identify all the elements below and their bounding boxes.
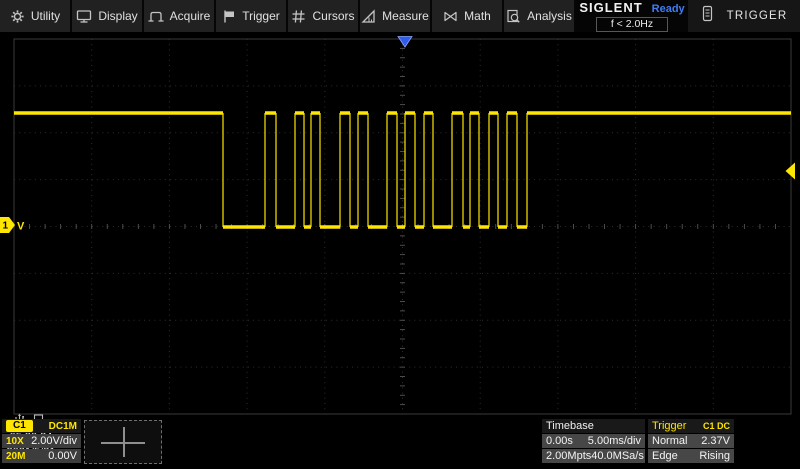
brand-block: SIGLENT Ready f < 2.0Hz xyxy=(576,0,688,32)
siglent-logo: SIGLENT xyxy=(579,0,642,15)
trigger-level: 2.37V xyxy=(701,435,730,447)
acquire-icon xyxy=(148,9,164,24)
menu-item-cursors[interactable]: Cursors xyxy=(288,0,360,32)
menu-item-math[interactable]: Math xyxy=(432,0,504,32)
trigger-source: C1 DC xyxy=(703,421,730,431)
display-icon xyxy=(76,9,92,24)
trigger-menu-label: TRIGGER xyxy=(727,10,788,22)
menu-item-trigger[interactable]: Trigger xyxy=(216,0,288,32)
trigger-mode: Normal xyxy=(652,435,687,447)
menu-item-label: Math xyxy=(464,9,491,23)
analysis-icon xyxy=(506,9,521,24)
frequency-counter: f < 2.0Hz xyxy=(596,17,668,32)
channel1-badge[interactable]: C1 xyxy=(6,420,33,432)
menu-item-display[interactable]: Display xyxy=(72,0,144,32)
flag-icon xyxy=(222,9,236,24)
menu-item-measure[interactable]: Measure xyxy=(360,0,432,32)
cursors-icon xyxy=(291,9,306,24)
bottombar: C1 DC1M 10X 2.00V/div 20M 0.00V Timebase… xyxy=(0,415,800,469)
channel1-panel[interactable]: C1 DC1M 10X 2.00V/div 20M 0.00V xyxy=(2,419,81,463)
menubar: Utility Display Acquire Trigger Cursors Measu… xyxy=(0,0,800,32)
svg-text:V: V xyxy=(17,221,25,233)
add-channel-button[interactable] xyxy=(84,420,162,464)
menu-item-label: Trigger xyxy=(242,9,280,23)
plus-icon xyxy=(123,427,125,457)
trigger-type: Edge xyxy=(652,450,678,462)
menu-item-label: Analysis xyxy=(527,9,572,23)
menu-item-label: Acquire xyxy=(170,9,211,23)
trigger-slope: Rising xyxy=(699,450,730,462)
channel1-offset: 0.00V xyxy=(48,450,77,462)
measure-icon xyxy=(361,9,376,24)
oscilloscope-ui: Utility Display Acquire Trigger Cursors Measu… xyxy=(0,0,800,469)
channel1-scale: 2.00V/div xyxy=(31,435,77,447)
timebase-delay: 0.00s xyxy=(546,435,573,447)
channel1-probe: 10X xyxy=(6,436,24,447)
menu-items: Utility Display Acquire Trigger Cursors Measu… xyxy=(0,0,576,32)
timebase-scale: 5.00ms/div xyxy=(588,435,641,447)
menu-item-label: Utility xyxy=(31,9,60,23)
trigger-menu-button[interactable]: TRIGGER xyxy=(688,0,800,32)
svg-text:1: 1 xyxy=(3,221,9,232)
channel1-bandwidth: 20M xyxy=(6,451,25,462)
menu-item-label: Measure xyxy=(382,9,429,23)
menu-item-analysis[interactable]: Analysis xyxy=(504,0,576,32)
trigger-status-badge: Ready xyxy=(652,3,685,15)
gear-icon xyxy=(10,9,25,24)
timebase-memory: 2.00Mpts xyxy=(546,450,591,462)
timebase-samplerate: 40.0MSa/s xyxy=(591,450,644,462)
waveform-display[interactable]: 1V xyxy=(0,32,800,415)
menu-item-label: Display xyxy=(98,9,137,23)
menu-item-acquire[interactable]: Acquire xyxy=(144,0,216,32)
math-icon xyxy=(443,9,458,24)
timebase-panel[interactable]: Timebase 0.00s 5.00ms/div 2.00Mpts 40.0M… xyxy=(542,419,645,463)
waveform-svg: 1V xyxy=(0,32,800,415)
menu-item-utility[interactable]: Utility xyxy=(0,0,72,32)
menu-item-label: Cursors xyxy=(312,9,354,23)
trigger-panel[interactable]: Trigger C1 DC Normal 2.37V Edge Rising xyxy=(648,419,734,463)
trigger-settings-icon xyxy=(701,5,714,27)
timebase-title: Timebase xyxy=(546,420,594,432)
trigger-title: Trigger xyxy=(652,420,686,432)
channel1-coupling: DC1M xyxy=(49,421,77,432)
